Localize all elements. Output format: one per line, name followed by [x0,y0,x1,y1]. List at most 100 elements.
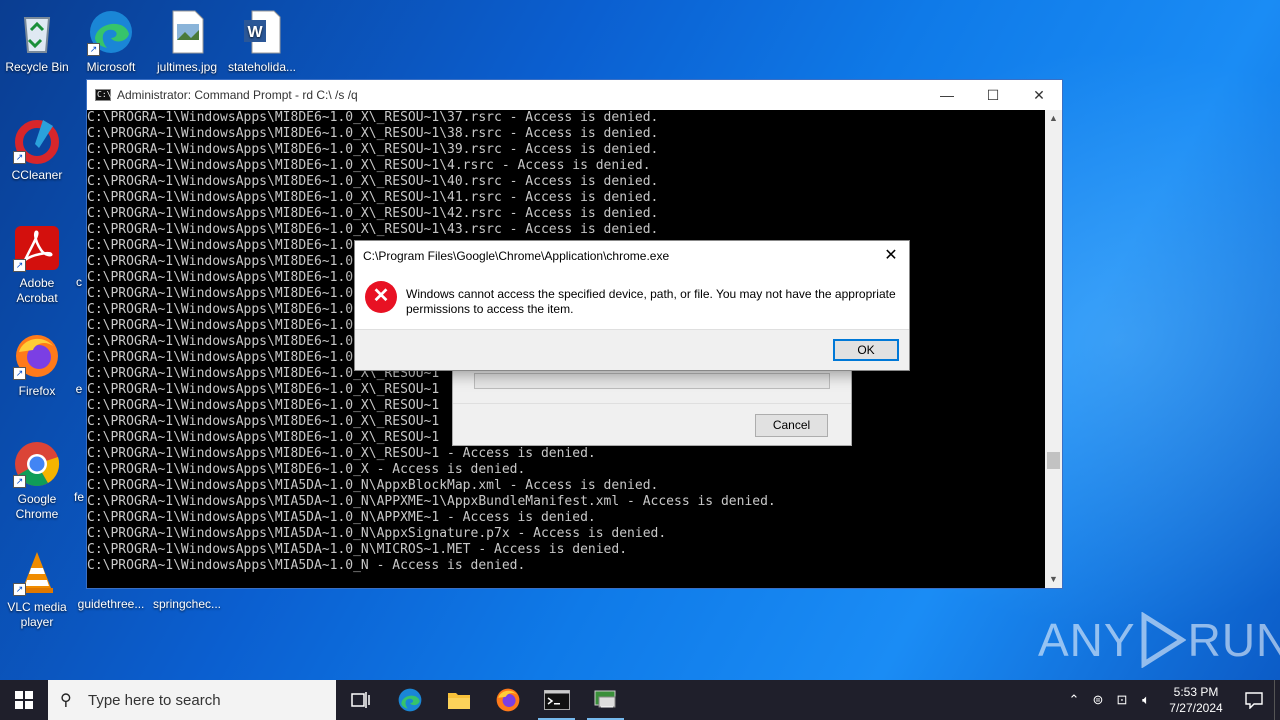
console-line: C:\PROGRA~1\WindowsApps\MIA5DA~1.0_N - A… [87,558,526,573]
taskbar-firefox[interactable] [483,680,532,720]
console-line: C:\PROGRA~1\WindowsApps\MIA5DA~1.0_N\MIC… [87,542,628,557]
desktop-icon-recycle-bin[interactable]: Recycle Bin [0,8,74,75]
bluetooth-device-icon[interactable]: ⊜ [1086,692,1110,708]
shortcut-arrow-icon: ↗ [13,475,26,488]
vertical-scrollbar[interactable]: ▲ ▼ [1045,110,1062,588]
console-line: C:\PROGRA~1\WindowsApps\MI8DE6~1.0_X\_RE… [87,142,659,157]
desktop-icon-firefox[interactable]: ↗ Firefox [0,332,74,399]
shortcut-arrow-icon: ↗ [13,259,26,272]
close-icon[interactable]: ✕ [879,244,903,268]
desktop-icon-label: CCleaner [11,168,63,182]
scroll-down-arrow-icon[interactable]: ▼ [1045,571,1062,588]
windows-logo-icon [15,691,33,709]
error-message: Windows cannot access the specified devi… [406,287,896,316]
edge-icon: ↗ [87,8,135,56]
maximize-button[interactable]: ☐ [970,80,1016,110]
taskbar-file-explorer[interactable] [434,680,483,720]
taskbar-edge[interactable] [385,680,434,720]
desktop-icon-label: jultimes.jpg [156,60,218,74]
ccleaner-icon: ↗ [13,116,61,164]
taskbar-network-app[interactable] [581,680,630,720]
close-button[interactable]: ✕ [1016,80,1062,110]
anyrun-watermark: ANY RUN [1038,612,1280,668]
console-line: C:\PROGRA~1\WindowsApps\MIA5DA~1.0_N\App… [87,478,659,493]
partial-desktop-label: c [76,275,82,289]
edge-icon [398,688,421,712]
dialog-footer: Cancel [453,403,851,445]
progress-bar [474,373,830,389]
cancel-button[interactable]: Cancel [755,414,828,437]
desktop-icon-label: Firefox [18,384,56,398]
desktop-icon-jultimes[interactable]: jultimes.jpg [150,8,224,75]
start-button[interactable] [0,680,48,720]
console-line: C:\PROGRA~1\WindowsApps\MI8DE6~1.0_X\_RE… [87,190,659,205]
taskbar-command-prompt[interactable] [532,680,581,720]
error-icon: ✕ [365,281,397,313]
desktop-icon-label: springchec... [152,597,222,611]
scroll-up-arrow-icon[interactable]: ▲ [1045,110,1062,127]
desktop-icon-label: Recycle Bin [5,60,69,74]
acrobat-icon: ↗ [13,224,61,272]
firefox-icon [496,688,519,712]
task-view-button[interactable] [336,680,385,720]
desktop-icon-guidethree[interactable]: guidethree... [74,586,148,612]
console-line: C:\PROGRA~1\WindowsApps\MIA5DA~1.0_N\App… [87,526,667,541]
play-logo-icon [1141,612,1186,668]
system-tray: ⌃ ⊜ ⊡ 🔈︎ 5:53 PM 7/27/2024 [1062,680,1280,720]
vlc-icon: ↗ [13,548,61,596]
clock-time: 5:53 PM [1173,685,1219,699]
show-desktop-button[interactable] [1274,680,1280,720]
error-dialog[interactable]: C:\Program Files\Google\Chrome\Applicati… [354,240,910,371]
desktop-icon-acrobat[interactable]: ↗ Adobe Acrobat [0,224,74,306]
desktop-icon-label: Google Chrome [15,492,59,521]
shortcut-arrow-icon: ↗ [87,43,100,56]
cmd-icon: C:\ [95,89,112,101]
clock[interactable]: 5:53 PM 7/27/2024 [1158,684,1234,716]
window-title-bar[interactable]: C:\ Administrator: Command Prompt - rd C… [87,80,1062,110]
minimize-button[interactable]: — [924,80,970,110]
console-line: C:\PROGRA~1\WindowsApps\MI8DE6~1.0_X - A… [87,462,526,477]
delete-progress-dialog: Cancel [452,370,852,446]
volume-icon[interactable]: 🔈︎ [1134,692,1158,708]
console-line: C:\PROGRA~1\WindowsApps\MI8DE6~1.0_X\_RE… [87,126,659,141]
notification-center-button[interactable] [1234,691,1274,709]
dialog-title: C:\Program Files\Google\Chrome\Applicati… [363,249,670,263]
chrome-icon: ↗ [13,440,61,488]
console-line: C:\PROGRA~1\WindowsApps\MI8DE6~1.0_X\_RE… [87,446,596,461]
desktop-icon-label: Adobe Acrobat [16,276,58,305]
ok-button[interactable]: OK [833,339,899,361]
scrollbar-thumb[interactable] [1047,452,1060,469]
console-line: C:\PROGRA~1\WindowsApps\MI8DE6~1.0_X\_RE… [87,174,659,189]
watermark-left-text: ANY [1038,614,1136,666]
desktop-icon-vlc[interactable]: ↗ VLC media player [0,548,74,630]
desktop-icon-edge[interactable]: ↗ Microsoft Edge [74,8,148,75]
desktop-icon-springchec[interactable]: springchec... [150,586,224,612]
desktop-icon-label: Microsoft Edge [86,60,136,74]
console-line: C:\PROGRA~1\WindowsApps\MI8DE6~1.0_X\_RE… [87,222,659,237]
svg-text:W: W [247,24,263,41]
desktop-icon-label: VLC media player [7,600,67,629]
network-app-icon [594,690,615,708]
firefox-icon: ↗ [13,332,61,380]
taskbar: ⚲ Type here to search ⌃ ⊜ ⊡ 🔈︎ 5:53 PM 7… [0,680,1280,720]
search-placeholder: Type here to search [88,691,221,709]
word-doc-icon: W [238,8,286,56]
cmd-icon [543,690,570,710]
network-icon[interactable]: ⊡ [1110,692,1134,708]
taskbar-search-box[interactable]: ⚲ Type here to search [48,680,336,720]
partial-desktop-label: fe [73,490,84,504]
task-view-icon [350,692,370,708]
desktop-icon-chrome[interactable]: ↗ Google Chrome [0,440,74,522]
desktop-icon-label: stateholida... [227,60,297,74]
recycle-bin-icon [13,8,61,56]
chevron-up-icon[interactable]: ⌃ [1062,692,1086,708]
desktop-icon-stateholida[interactable]: W stateholida... [225,8,299,75]
clock-date: 7/27/2024 [1169,701,1223,715]
partial-desktop-label: e [75,382,83,396]
dialog-footer: OK [355,329,909,370]
desktop-icon-ccleaner[interactable]: ↗ CCleaner [0,116,74,183]
search-icon: ⚲ [60,692,72,709]
file-explorer-icon [447,693,470,709]
console-line: C:\PROGRA~1\WindowsApps\MI8DE6~1.0_X\_RE… [87,206,659,221]
shortcut-arrow-icon: ↗ [13,151,26,164]
